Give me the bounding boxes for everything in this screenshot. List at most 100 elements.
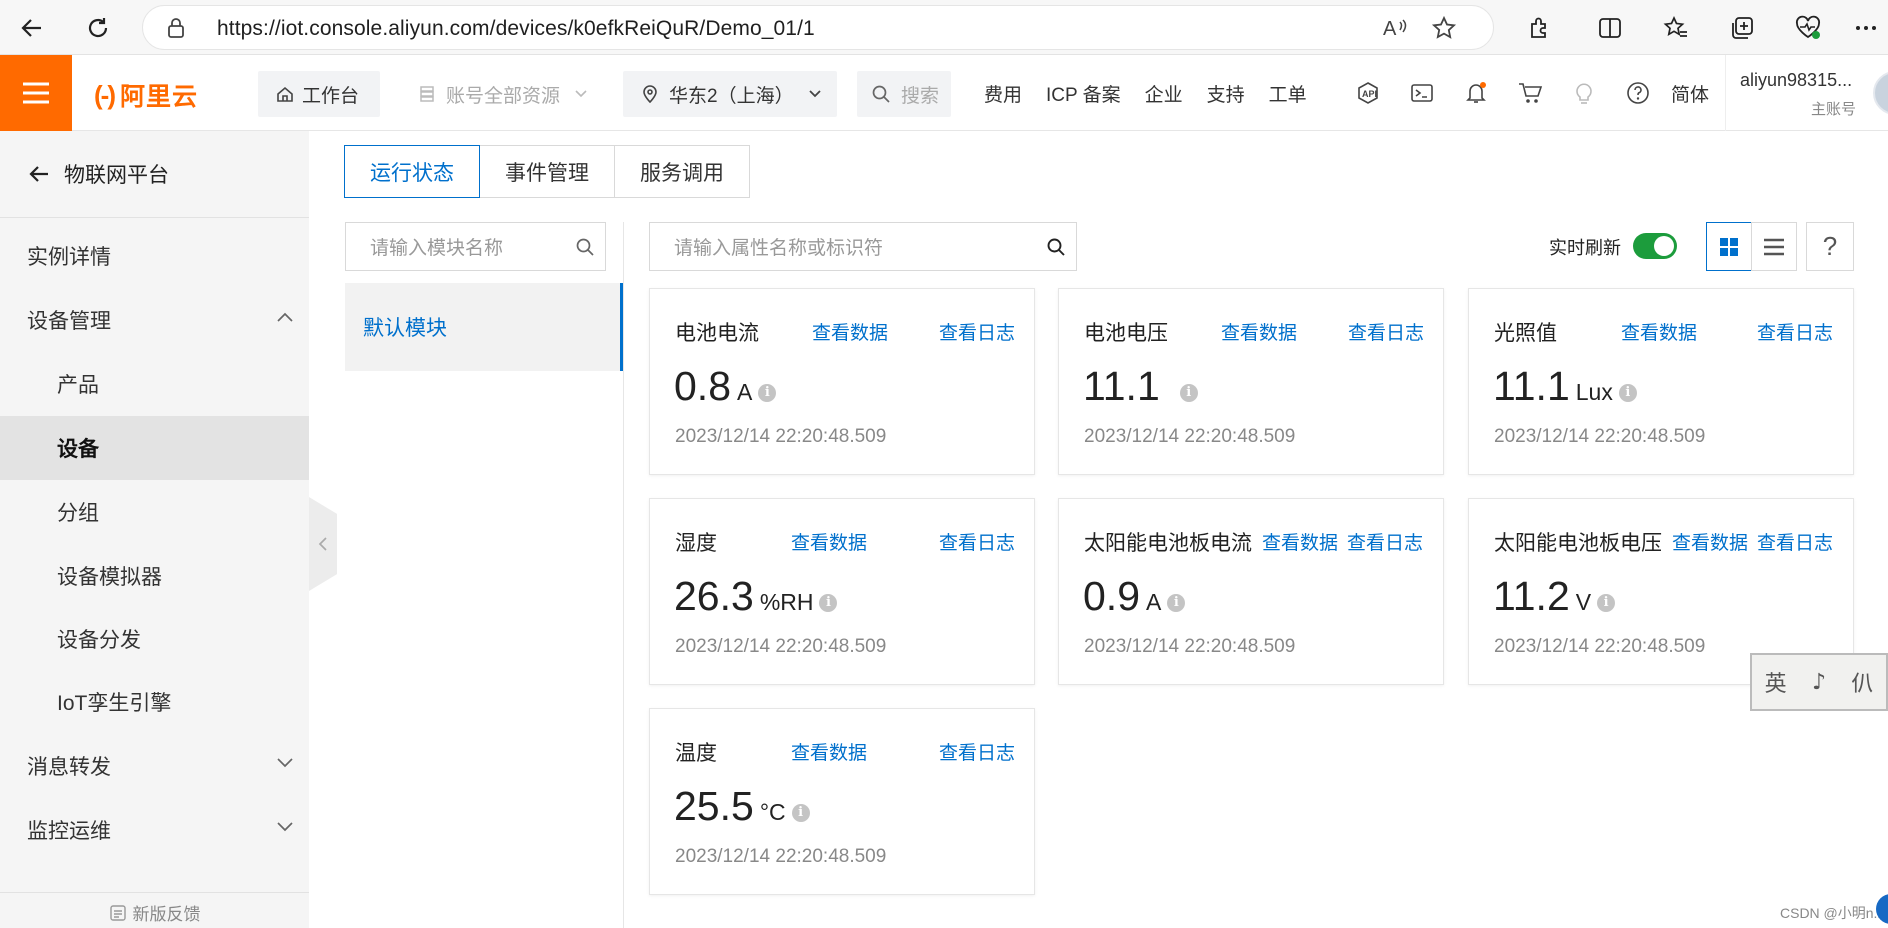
info-icon[interactable]: i bbox=[758, 384, 777, 402]
extensions-icon[interactable] bbox=[1521, 10, 1557, 46]
sidebar-item-groups[interactable]: 分组 bbox=[0, 480, 309, 544]
language-switch[interactable]: 简体 bbox=[1671, 80, 1709, 107]
view-data-link[interactable]: 查看数据 bbox=[1621, 318, 1697, 345]
info-icon[interactable]: i bbox=[791, 804, 810, 822]
workbench-label: 工作台 bbox=[302, 85, 360, 107]
property-unit: Lux bbox=[1575, 379, 1613, 405]
account-menu[interactable]: aliyun98315... 主账号 bbox=[1725, 55, 1856, 131]
collections-icon[interactable] bbox=[1724, 10, 1760, 46]
ime-toolbar[interactable]: 英 ♪ 仈 bbox=[1750, 653, 1888, 711]
module-search-input[interactable]: 请输入模块名称 bbox=[345, 222, 606, 271]
address-bar[interactable]: https://iot.console.aliyun.com/devices/k… bbox=[142, 5, 1494, 50]
property-value: 11.1 bbox=[1083, 363, 1160, 409]
property-timestamp: 2023/12/14 22:20:48.509 bbox=[675, 426, 887, 447]
module-item-default[interactable]: 默认模块 bbox=[345, 283, 623, 371]
info-icon[interactable]: i bbox=[819, 594, 838, 612]
list-view-button[interactable] bbox=[1751, 222, 1797, 271]
sidebar-item-iot-twin-engine[interactable]: IoT孪生引擎 bbox=[0, 670, 309, 734]
property-unit: A bbox=[737, 379, 753, 405]
chevron-up-icon bbox=[277, 312, 293, 322]
sidebar-item-message-forwarding[interactable]: 消息转发 bbox=[0, 734, 309, 798]
view-log-link[interactable]: 查看日志 bbox=[1348, 318, 1424, 345]
tab-running-status[interactable]: 运行状态 bbox=[344, 145, 480, 198]
help-button[interactable]: ? bbox=[1806, 222, 1854, 271]
sidebar-item-devices[interactable]: 设备 bbox=[0, 416, 309, 480]
view-log-link[interactable]: 查看日志 bbox=[1347, 528, 1423, 555]
split-screen-icon[interactable] bbox=[1592, 10, 1628, 46]
svg-text:A: A bbox=[1383, 18, 1397, 40]
info-icon[interactable]: i bbox=[1597, 594, 1616, 612]
more-menu-icon[interactable] bbox=[1848, 10, 1884, 46]
read-aloud-icon[interactable]: A bbox=[1383, 16, 1409, 40]
sidebar-item-products[interactable]: 产品 bbox=[0, 352, 309, 416]
realtime-refresh-toggle[interactable] bbox=[1633, 233, 1677, 259]
sidebar-item-device-simulator[interactable]: 设备模拟器 bbox=[0, 544, 309, 608]
view-log-link[interactable]: 查看日志 bbox=[1757, 528, 1833, 555]
link-ticket[interactable]: 工单 bbox=[1269, 80, 1307, 107]
api-icon[interactable]: API bbox=[1341, 81, 1395, 105]
view-log-link[interactable]: 查看日志 bbox=[939, 528, 1015, 555]
cart-icon[interactable] bbox=[1503, 81, 1557, 105]
search-icon[interactable] bbox=[1046, 237, 1066, 257]
sidebar-item-label: 监控运维 bbox=[27, 820, 111, 843]
sidebar-collapse-handle[interactable] bbox=[309, 497, 337, 591]
link-icp[interactable]: ICP 备案 bbox=[1046, 80, 1121, 107]
property-timestamp: 2023/12/14 22:20:48.509 bbox=[675, 846, 887, 867]
view-log-link[interactable]: 查看日志 bbox=[939, 738, 1015, 765]
property-card: 电池电流 查看数据 查看日志 0.8 Ai 2023/12/14 22:20:48… bbox=[649, 288, 1035, 475]
notification-bell-icon[interactable] bbox=[1449, 81, 1503, 105]
view-data-link[interactable]: 查看数据 bbox=[1221, 318, 1297, 345]
avatar[interactable] bbox=[1873, 71, 1888, 115]
view-data-link[interactable]: 查看数据 bbox=[1262, 528, 1338, 555]
tab-event-management[interactable]: 事件管理 bbox=[479, 145, 615, 198]
property-unit: %RH bbox=[759, 589, 814, 615]
property-unit: °C bbox=[759, 799, 786, 825]
back-icon[interactable] bbox=[14, 10, 50, 46]
feedback-link[interactable]: 新版反馈 bbox=[0, 892, 309, 928]
view-log-link[interactable]: 查看日志 bbox=[939, 318, 1015, 345]
account-role: 主账号 bbox=[1811, 101, 1857, 118]
reload-icon[interactable] bbox=[80, 10, 116, 46]
favorites-icon[interactable] bbox=[1658, 10, 1694, 46]
property-search-input[interactable]: 请输入属性名称或标识符 bbox=[649, 222, 1077, 271]
link-support[interactable]: 支持 bbox=[1207, 80, 1245, 107]
view-data-link[interactable]: 查看数据 bbox=[1672, 528, 1748, 555]
workbench-button[interactable]: 工作台 bbox=[258, 71, 380, 117]
grid-icon bbox=[1720, 237, 1738, 256]
browser-health-icon[interactable] bbox=[1790, 10, 1826, 46]
cloud-shell-icon[interactable] bbox=[1395, 82, 1449, 104]
region-dropdown[interactable]: 华东2（上海） bbox=[623, 71, 837, 117]
url-text: https://iot.console.aliyun.com/devices/k… bbox=[217, 17, 815, 40]
view-data-link[interactable]: 查看数据 bbox=[791, 528, 867, 555]
aliyun-logo[interactable]: (-) 阿里云 bbox=[94, 77, 198, 113]
watermark: CSDN @小明n.n bbox=[1780, 905, 1886, 921]
sidebar-item-device-management[interactable]: 设备管理 bbox=[0, 288, 309, 352]
global-search-placeholder: 搜索 bbox=[901, 85, 940, 107]
search-icon[interactable] bbox=[575, 237, 595, 257]
property-card: 光照值 查看数据 查看日志 11.1 Lux i 2023/12/14 22:20:… bbox=[1468, 288, 1854, 475]
resource-scope-dropdown[interactable]: 账号全部资源 bbox=[404, 71, 604, 117]
link-billing[interactable]: 费用 bbox=[984, 80, 1022, 107]
info-icon[interactable]: i bbox=[1167, 594, 1186, 612]
view-log-link[interactable]: 查看日志 bbox=[1757, 318, 1833, 345]
feedback-icon bbox=[109, 904, 126, 921]
sidebar-back-link[interactable]: 物联网平台 bbox=[0, 131, 309, 218]
info-icon[interactable]: i bbox=[1618, 384, 1637, 402]
link-enterprise[interactable]: 企业 bbox=[1145, 80, 1183, 107]
grid-view-button[interactable] bbox=[1706, 222, 1752, 271]
help-circle-icon[interactable] bbox=[1611, 81, 1665, 105]
info-icon[interactable]: i bbox=[1179, 384, 1198, 402]
chevron-down-icon bbox=[575, 90, 587, 98]
view-data-link[interactable]: 查看数据 bbox=[812, 318, 888, 345]
sidebar-item-instance-details[interactable]: 实例详情 bbox=[0, 224, 309, 288]
hamburger-menu-button[interactable] bbox=[0, 55, 72, 131]
lightbulb-icon[interactable] bbox=[1557, 81, 1611, 105]
sidebar-item-device-distribution[interactable]: 设备分发 bbox=[0, 607, 309, 671]
realtime-refresh-label: 实时刷新 bbox=[1549, 238, 1621, 258]
sidebar-item-monitoring-ops[interactable]: 监控运维 bbox=[0, 798, 309, 862]
global-search[interactable]: 搜索 bbox=[857, 71, 951, 117]
view-data-link[interactable]: 查看数据 bbox=[791, 738, 867, 765]
favorite-star-icon[interactable] bbox=[1431, 15, 1457, 41]
property-card: 电池电压 查看数据 查看日志 11.1 i 2023/12/14 22:20:48… bbox=[1058, 288, 1444, 475]
tab-service-invocation[interactable]: 服务调用 bbox=[614, 145, 750, 198]
